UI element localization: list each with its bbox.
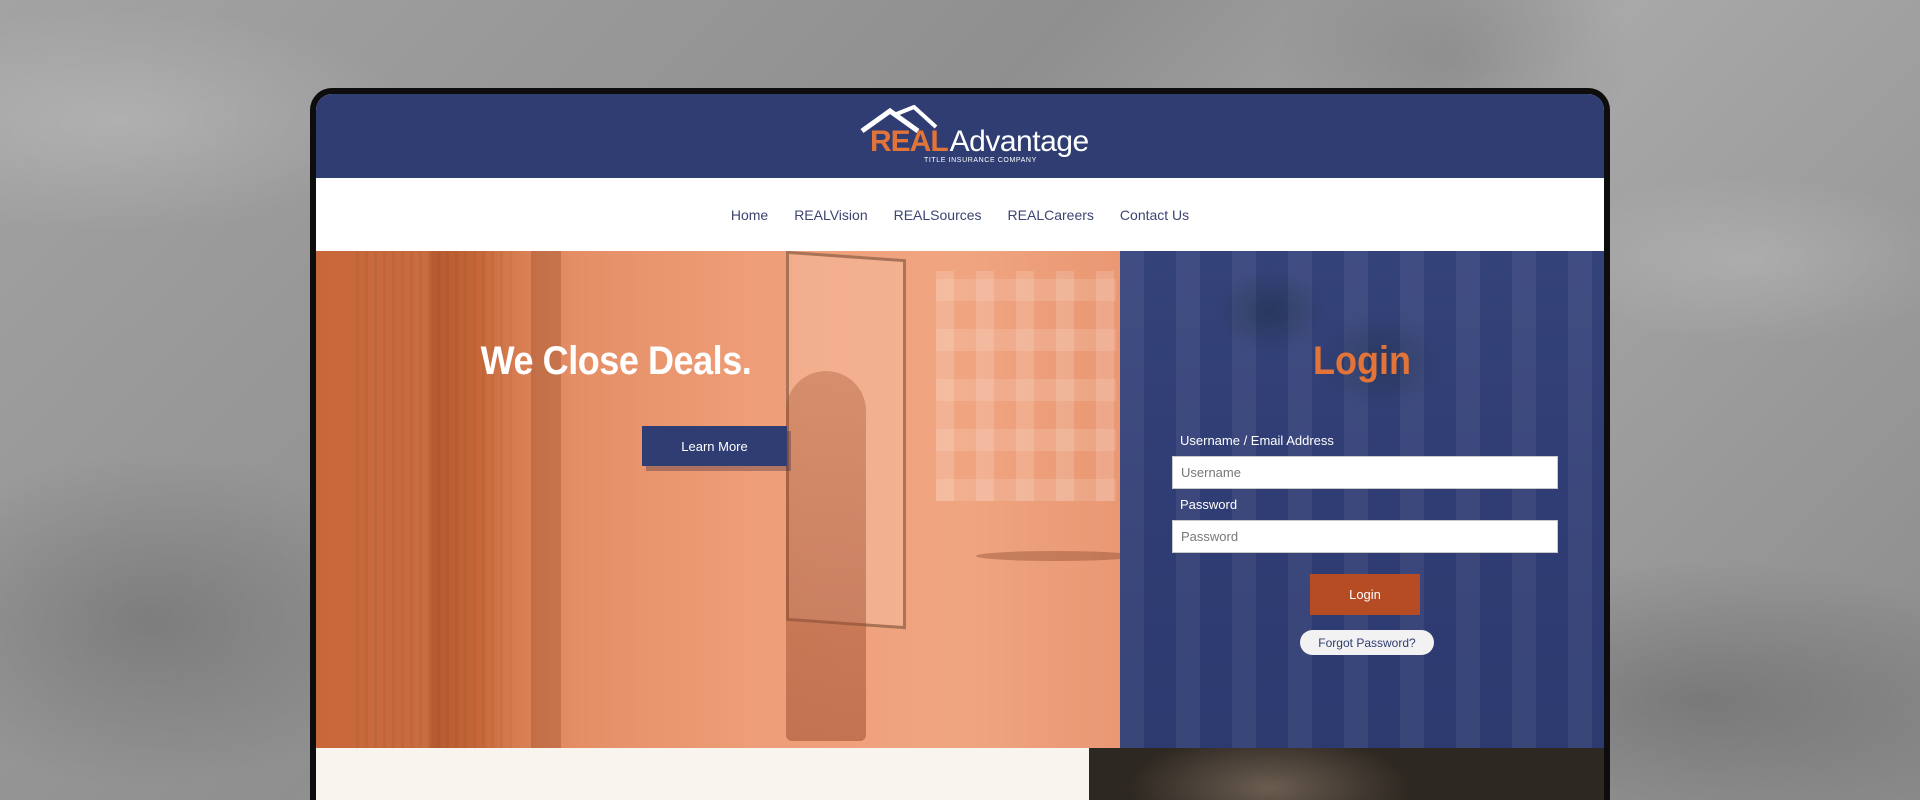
hero-photo-table <box>976 551 1120 561</box>
browser-screen: REALAdvantage TITLE INSURANCE COMPANY Ho… <box>316 94 1604 800</box>
nav-realvision[interactable]: REALVision <box>794 207 867 223</box>
forgot-password-button[interactable]: Forgot Password? <box>1300 630 1434 655</box>
nav-contact-us[interactable]: Contact Us <box>1120 207 1189 223</box>
next-section-preview <box>316 748 1604 800</box>
nav-home[interactable]: Home <box>731 207 768 223</box>
brand-advantage: Advantage <box>949 125 1089 158</box>
content-area <box>316 748 1089 800</box>
learn-more-button[interactable]: Learn More <box>642 426 787 466</box>
brand-real: REAL <box>870 125 949 158</box>
brand-name: REALAdvantage <box>870 125 1089 159</box>
main-nav: Home REALVision REALSources REALCareers … <box>316 178 1604 251</box>
login-title: Login <box>1313 339 1411 383</box>
hero-title: We Close Deals. <box>480 339 752 383</box>
content-image <box>1089 748 1604 800</box>
nav-realsources[interactable]: REALSources <box>894 207 982 223</box>
login-panel: Login Username / Email Address Password … <box>1120 251 1604 748</box>
hero-photo-windows <box>936 271 1116 501</box>
hero-photo-door <box>356 251 516 748</box>
login-submit-button[interactable]: Login <box>1310 574 1420 615</box>
site-logo[interactable]: REALAdvantage TITLE INSURANCE COMPANY <box>860 105 1089 167</box>
password-label: Password <box>1180 497 1238 512</box>
device-frame: REALAdvantage TITLE INSURANCE COMPANY Ho… <box>310 88 1610 800</box>
hero-banner: We Close Deals. Learn More <box>316 251 1120 748</box>
hero-photo-jamb <box>531 251 561 748</box>
hero-section: We Close Deals. Learn More Login Usernam… <box>316 251 1604 748</box>
nav-realcareers[interactable]: REALCareers <box>1008 207 1094 223</box>
hero-photo-presenter <box>786 371 866 741</box>
password-input[interactable] <box>1172 520 1558 553</box>
username-label: Username / Email Address <box>1180 433 1334 448</box>
username-input[interactable] <box>1172 456 1558 489</box>
brand-tagline: TITLE INSURANCE COMPANY <box>924 157 1037 164</box>
site-header: REALAdvantage TITLE INSURANCE COMPANY <box>316 94 1604 178</box>
